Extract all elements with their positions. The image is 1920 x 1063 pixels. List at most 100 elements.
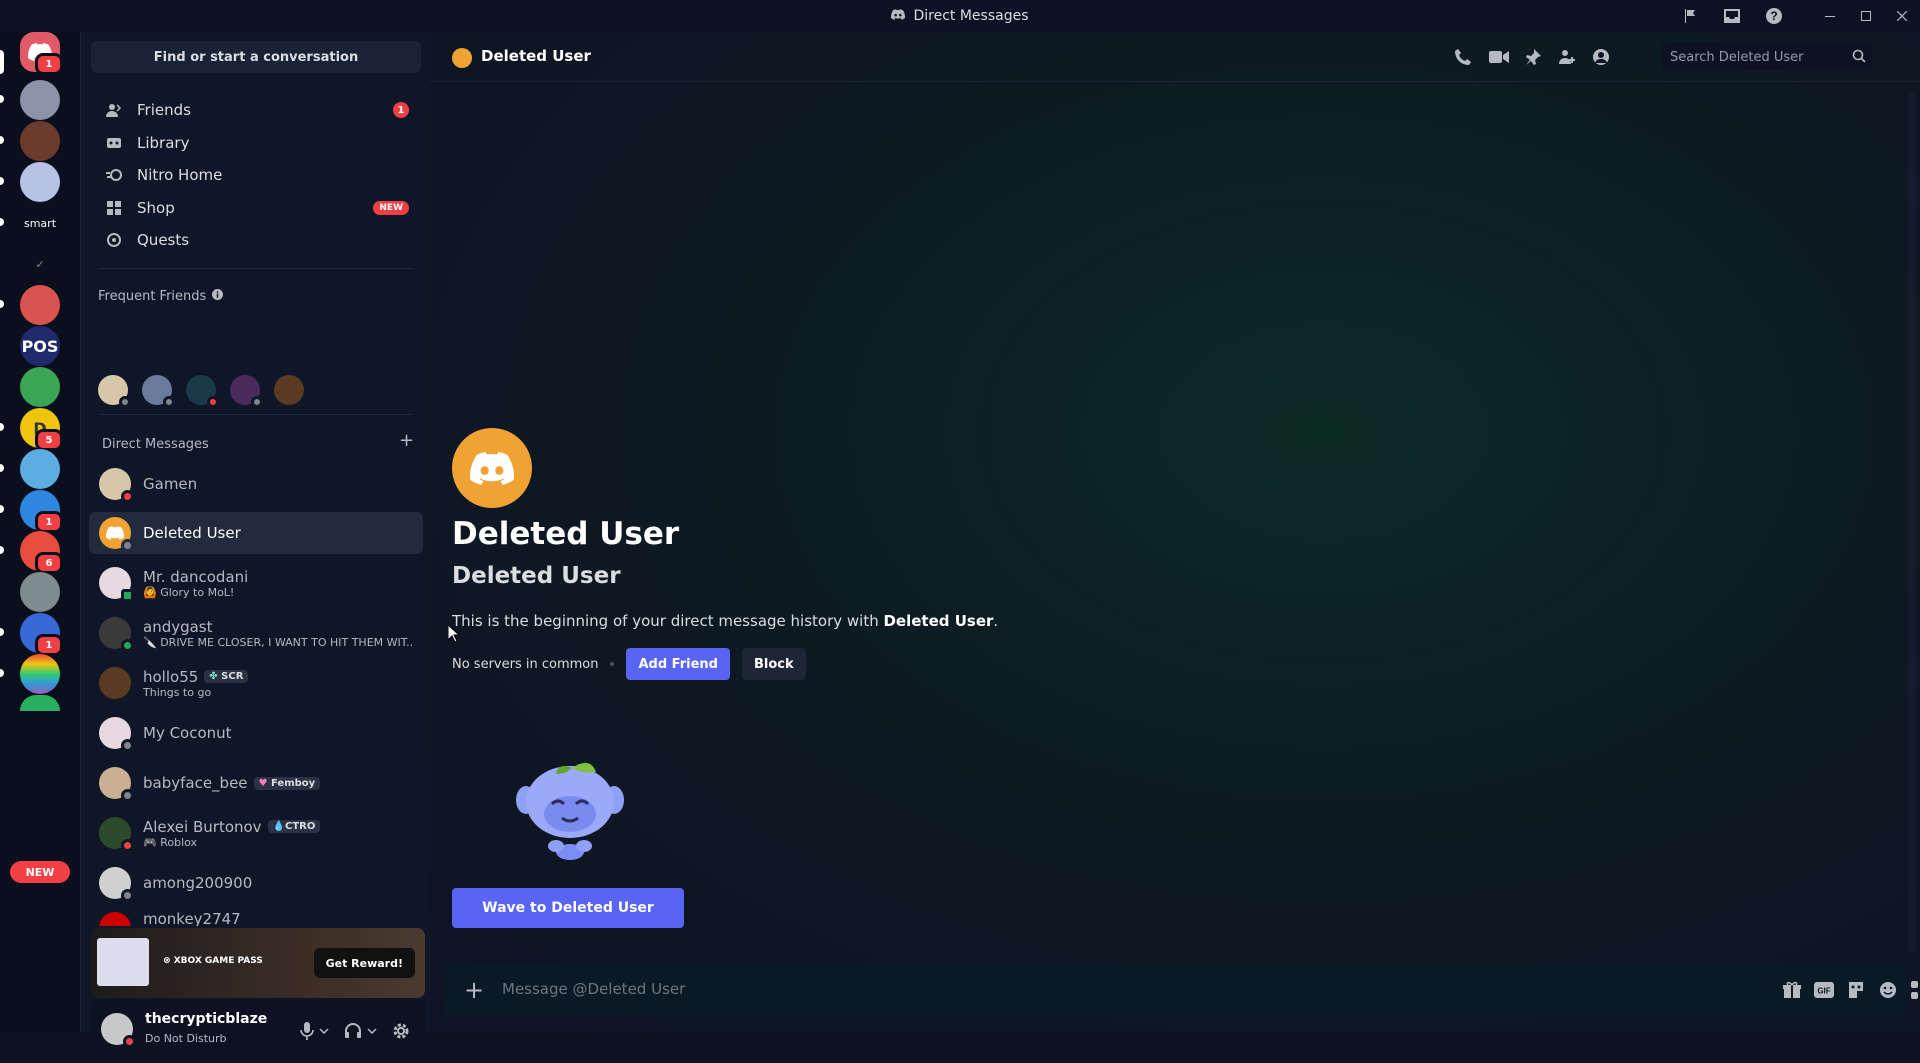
unread-pill [0,628,4,636]
create-dm-icon[interactable]: + [399,430,414,451]
emoji-icon[interactable] [1876,978,1900,1002]
find-conversation-button[interactable]: Find or start a conversation [91,41,421,73]
chat-title[interactable]: Deleted User [481,47,591,65]
microphone-icon[interactable] [295,1019,319,1043]
gift-icon[interactable] [1780,978,1804,1002]
friend-avatar[interactable] [142,375,175,408]
friend-avatar[interactable] [186,375,219,408]
chevron-down-icon[interactable] [365,1019,379,1043]
dm-name: monkey2747 [143,910,241,926]
user-profile-icon[interactable] [1590,46,1612,68]
block-button[interactable]: Block [741,648,806,680]
maximize-icon[interactable] [1848,0,1884,32]
dm-item[interactable]: babyface_bee ♥ Femboy [89,762,423,804]
dm-item[interactable]: Mr. dancodani 🙆 Glory to MoL! [89,562,423,604]
video-call-icon[interactable] [1488,46,1510,68]
quests-icon [105,231,123,249]
tag-label: Femboy [271,777,316,789]
nav-quests[interactable]: Quests [91,220,421,260]
dm-name: among200900 [143,874,253,892]
dm-item[interactable]: Alexei Burtonov 💧CTRO 🎮 Roblox [89,812,423,854]
dot-separator [610,662,615,666]
header-search-input[interactable]: Search Deleted User [1662,43,1872,71]
promo-banner[interactable]: ⊗ XBOX GAME PASS Get Reward! [91,928,425,998]
dm-name-row: hollo55 ✤ SCR [143,668,249,686]
wave-button[interactable]: Wave to Deleted User [452,888,684,928]
new-servers-pill[interactable]: NEW [10,861,70,883]
server-icon[interactable] [20,695,60,711]
status-dot [121,639,134,652]
welcome-username: Deleted User [452,563,621,589]
close-icon[interactable] [1884,0,1920,32]
library-icon [105,134,123,152]
unread-pill [0,505,4,513]
status-dot [207,396,219,408]
friend-avatar[interactable] [98,375,131,408]
dm-item[interactable]: andygast 🔪 DRIVE ME CLOSER, I WANT TO HI… [89,612,423,654]
dm-name: Gamen [143,475,198,493]
pin-icon[interactable] [1522,46,1544,68]
help-icon[interactable]: ? [1756,0,1792,32]
voice-call-icon[interactable] [1452,46,1474,68]
server-icon[interactable]: ✓ [20,244,60,284]
divider [99,268,413,269]
username[interactable]: thecrypticblaze [145,1011,267,1027]
server-icon[interactable] [20,572,60,612]
add-friends-to-dm-icon[interactable] [1556,46,1578,68]
dnd-status-dot [123,1035,136,1048]
add-friend-button[interactable]: Add Friend [626,648,730,680]
avatar [99,817,134,852]
server-icon[interactable] [20,162,60,202]
inbox-icon[interactable] [1714,0,1750,32]
upload-plus-icon[interactable]: + [462,976,486,1004]
guild-active-pill [0,50,4,74]
get-reward-button[interactable]: Get Reward! [313,948,415,978]
status-dot [121,539,134,552]
server-icon[interactable] [20,367,60,407]
friend-avatar[interactable] [230,375,263,408]
apps-icon[interactable] [1908,978,1920,1002]
nav-label: Quests [137,231,190,249]
server-icon[interactable]: 6 [20,531,63,574]
server-icon[interactable]: POS [20,326,60,366]
server-icon[interactable] [20,449,60,489]
dm-item[interactable]: among200900 [89,862,423,904]
server-icon[interactable]: smart [20,203,60,243]
window-title-text: Direct Messages [913,8,1029,24]
server-icon[interactable] [20,80,60,120]
user-avatar[interactable] [101,1013,136,1048]
scrollbar[interactable] [1908,92,1916,952]
friend-avatar[interactable] [274,375,304,405]
server-icon[interactable] [20,121,60,161]
frequent-friends-heading: Frequent Friends [98,289,224,304]
server-icon[interactable]: D5 [20,408,63,451]
frequent-friends-row [98,375,304,408]
divider [99,414,413,415]
dm-item-active[interactable]: Deleted User [89,512,423,554]
unread-pill [0,136,4,144]
chevron-down-icon[interactable] [317,1019,331,1043]
server-icon[interactable]: 1 [20,613,63,656]
dm-item[interactable]: hollo55 ✤ SCR Things to go [89,662,423,704]
headphones-icon[interactable] [341,1019,365,1043]
dm-item[interactable]: monkey2747 [89,906,423,926]
dm-item[interactable]: Gamen [89,463,423,505]
settings-gear-icon[interactable] [389,1019,413,1043]
avatar [99,717,134,752]
sticker-icon[interactable] [1844,978,1868,1002]
home-button[interactable]: 1 [20,32,63,75]
avatar [99,517,134,552]
tag-label: CTRO [285,821,316,832]
minimize-icon[interactable] [1812,0,1848,32]
flag-icon[interactable] [1672,0,1708,32]
server-icon[interactable] [20,285,60,325]
mouse-cursor-icon [448,625,460,643]
dm-item[interactable]: My Coconut [89,712,423,754]
message-input[interactable]: Message @Deleted User [502,980,685,998]
server-icon[interactable] [20,654,60,694]
gif-icon[interactable]: GIF [1812,978,1836,1002]
info-icon[interactable] [212,289,224,304]
avatar [99,912,131,926]
server-icon[interactable]: 1 [20,490,63,533]
status-dot [121,839,134,852]
